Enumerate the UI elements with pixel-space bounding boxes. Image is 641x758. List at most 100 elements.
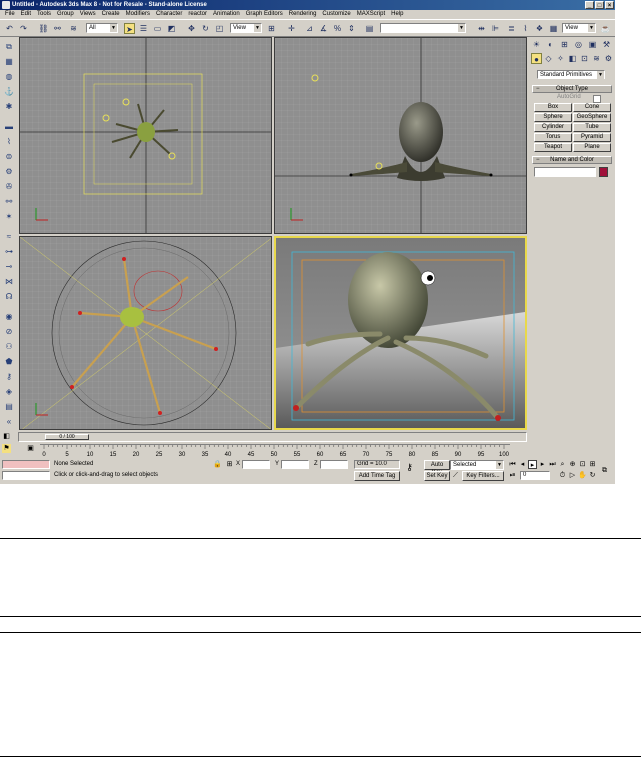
- quick-render-icon[interactable]: ☕: [600, 23, 611, 34]
- tube-button[interactable]: Tube: [573, 123, 611, 132]
- torus-button[interactable]: Torus: [534, 133, 572, 142]
- teapot-button[interactable]: Teapot: [534, 143, 572, 152]
- menu-rendering[interactable]: Rendering: [286, 10, 320, 19]
- absolute-mode-icon[interactable]: ⊞: [225, 460, 234, 469]
- menu-views[interactable]: Views: [77, 10, 99, 19]
- expand-toolbar-icon[interactable]: «: [3, 416, 15, 427]
- cylinder-button[interactable]: Cylinder: [534, 123, 572, 132]
- spring-icon[interactable]: ⌇: [3, 136, 15, 147]
- pan-icon[interactable]: ✋: [578, 471, 587, 480]
- space-warps-icon[interactable]: ≋: [591, 53, 602, 64]
- select-object-icon[interactable]: ➤: [124, 23, 135, 34]
- x-coordinate-field[interactable]: [242, 460, 270, 469]
- key-icon[interactable]: ⚷: [3, 371, 15, 382]
- maximize-button[interactable]: □: [595, 1, 604, 9]
- mini-curve-editor-icon[interactable]: ⚑: [2, 444, 11, 453]
- time-slider[interactable]: 0 / 100: [18, 432, 527, 442]
- zoom-extents-icon[interactable]: ⊡: [578, 460, 587, 469]
- zoom-all-icon[interactable]: ⊕: [568, 460, 577, 469]
- ragdoll-icon[interactable]: ☊: [3, 291, 15, 302]
- default-tangents-icon[interactable]: ⟋: [451, 471, 460, 480]
- shapes-icon[interactable]: ◇: [543, 53, 554, 64]
- object-type-rollout[interactable]: − Object Type: [532, 85, 612, 93]
- menu-file[interactable]: File: [2, 10, 18, 19]
- motion-tab-icon[interactable]: ◎: [573, 39, 584, 50]
- zoom-icon[interactable]: ⌕: [558, 460, 567, 469]
- report-icon[interactable]: ▤: [3, 401, 15, 412]
- primitive-category-dropdown[interactable]: Standard Primitives ▼: [537, 70, 605, 79]
- menu-maxscript[interactable]: MAXScript: [354, 10, 388, 19]
- hierarchy-tab-icon[interactable]: ⊞: [559, 39, 570, 50]
- menu-group[interactable]: Group: [54, 10, 77, 19]
- cloth-collection-icon[interactable]: ▦: [3, 56, 15, 67]
- menu-animation[interactable]: Animation: [210, 10, 243, 19]
- menu-edit[interactable]: Edit: [18, 10, 34, 19]
- rigid-body-collection-icon[interactable]: ⧉: [3, 41, 15, 52]
- unlink-icon[interactable]: ⚯: [52, 23, 63, 34]
- curve-editor-icon[interactable]: ⌇: [520, 23, 531, 34]
- modify-tab-icon[interactable]: ◐: [545, 39, 556, 50]
- create-animation-icon[interactable]: ⚇: [3, 341, 15, 352]
- auto-key-button[interactable]: Auto Key: [424, 460, 450, 476]
- window-crossing-icon[interactable]: ◩: [166, 23, 177, 34]
- systems-icon[interactable]: ⚙: [603, 53, 614, 64]
- convex-hull-icon[interactable]: ⬟: [3, 356, 15, 367]
- y-coordinate-field[interactable]: [281, 460, 309, 469]
- mirror-icon[interactable]: ⇹: [476, 23, 487, 34]
- render-view-dropdown[interactable]: View ▼: [562, 23, 596, 33]
- geosphere-button[interactable]: GeoSphere: [573, 113, 611, 122]
- rotate-icon[interactable]: ↻: [200, 23, 211, 34]
- motor-icon[interactable]: ⚙: [3, 166, 15, 177]
- named-selection-dropdown[interactable]: ▼: [380, 23, 466, 33]
- hinge-icon[interactable]: ⊸: [3, 261, 15, 272]
- cameras-icon[interactable]: ◧: [567, 53, 578, 64]
- plane-button[interactable]: Plane: [573, 143, 611, 152]
- menu-reactor[interactable]: reactor: [185, 10, 210, 19]
- scale-icon[interactable]: ◰: [214, 23, 225, 34]
- object-color-swatch[interactable]: [599, 167, 608, 177]
- set-key-icon[interactable]: ⚷: [405, 463, 414, 472]
- add-time-tag-button[interactable]: Add Time Tag: [354, 471, 400, 481]
- viewport-left[interactable]: [19, 236, 272, 430]
- spinner-snap-icon[interactable]: ⇕: [346, 23, 357, 34]
- geometry-icon[interactable]: ●: [531, 53, 542, 64]
- pyramid-button[interactable]: Pyramid: [573, 133, 611, 142]
- arc-rotate-icon[interactable]: ↻: [588, 471, 597, 480]
- time-slider-thumb[interactable]: 0 / 100: [45, 434, 89, 440]
- play-icon[interactable]: ▸: [528, 460, 537, 469]
- field-of-view-icon[interactable]: ▷: [568, 471, 577, 480]
- display-tab-icon[interactable]: ▣: [587, 39, 598, 50]
- maxscript-input-field[interactable]: [2, 471, 50, 480]
- zoom-extents-all-icon[interactable]: ⊞: [588, 460, 597, 469]
- next-frame-icon[interactable]: ▸: [538, 460, 547, 469]
- current-frame-field[interactable]: 0: [520, 471, 550, 480]
- material-editor-icon[interactable]: ❖: [534, 23, 545, 34]
- lights-icon[interactable]: ✧: [555, 53, 566, 64]
- select-manipulate-icon[interactable]: ✛: [286, 23, 297, 34]
- point-to-point-icon[interactable]: ⋈: [3, 276, 15, 287]
- go-to-start-icon[interactable]: ⏮: [508, 460, 517, 469]
- z-coordinate-field[interactable]: [320, 460, 348, 469]
- menu-customize[interactable]: Customize: [319, 10, 353, 19]
- cone-button[interactable]: Cone: [573, 103, 611, 112]
- key-mode-dropdown[interactable]: Selected ▼: [450, 460, 504, 470]
- redo-icon[interactable]: ↷: [18, 23, 29, 34]
- rope-collection-icon[interactable]: ⚓: [3, 86, 15, 97]
- create-tab-icon[interactable]: ☀: [531, 39, 542, 50]
- box-button[interactable]: Box: [534, 103, 572, 112]
- previous-frame-icon[interactable]: ◂: [518, 460, 527, 469]
- sphere-button[interactable]: Sphere: [534, 113, 572, 122]
- undo-icon[interactable]: ↶: [4, 23, 15, 34]
- go-to-end-icon[interactable]: ⏭: [548, 460, 557, 469]
- menu-character[interactable]: Character: [153, 10, 185, 19]
- menu-modifiers[interactable]: Modifiers: [123, 10, 153, 19]
- time-configuration-icon[interactable]: ⏱: [558, 471, 567, 480]
- key-mode-toggle-icon[interactable]: ⏯: [508, 471, 517, 480]
- percent-snap-icon[interactable]: %: [332, 23, 343, 34]
- rectangular-selection-icon[interactable]: ▭: [152, 23, 163, 34]
- toy-car-icon[interactable]: ⚯: [3, 196, 15, 207]
- soft-body-collection-icon[interactable]: ◍: [3, 71, 15, 82]
- viewport-perspective[interactable]: [274, 236, 527, 430]
- menu-create[interactable]: Create: [99, 10, 123, 19]
- edit-named-selection-icon[interactable]: ▤: [364, 23, 375, 34]
